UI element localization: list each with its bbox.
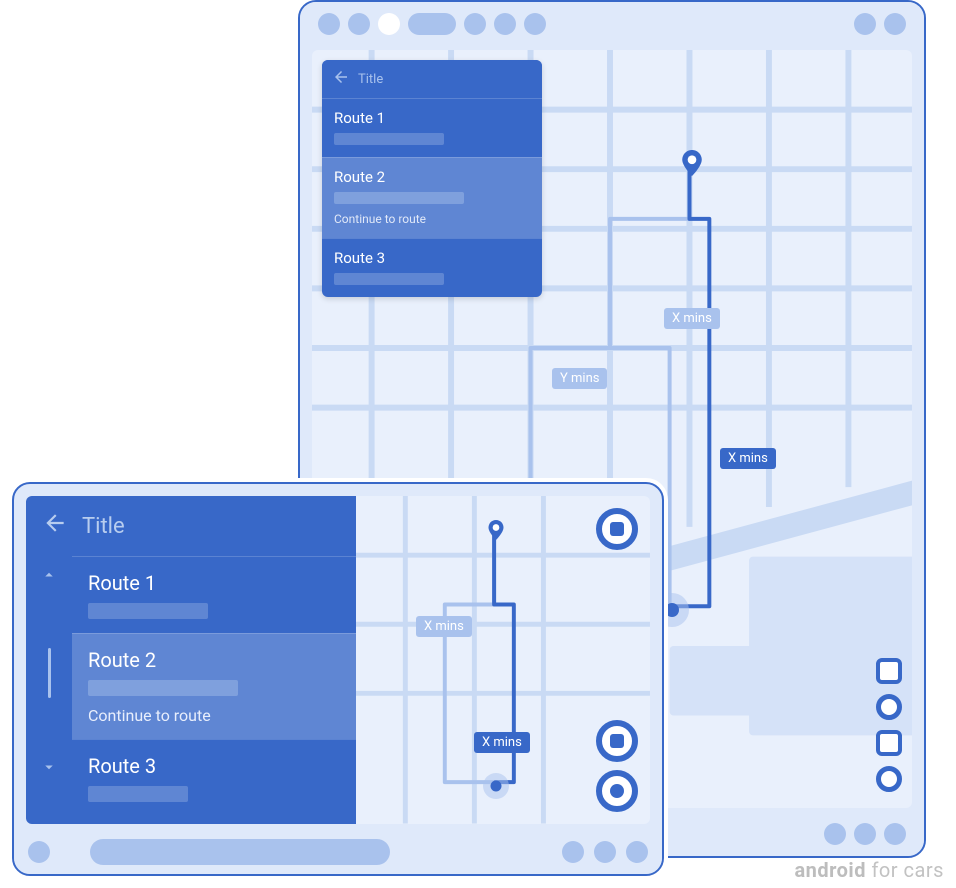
map-fab-stop-icon[interactable] [596,720,638,762]
back-arrow-icon[interactable] [42,510,68,542]
status-dot-icon [318,13,340,35]
back-arrow-icon[interactable] [332,68,350,90]
nav-pill-icon[interactable] [90,839,390,865]
route-panel-title: Title [358,72,383,87]
map-fab-stop-icon[interactable] [596,508,638,550]
route-panel-header: Title [26,496,356,556]
destination-pin-icon [679,150,705,176]
landscape-route-panel: Title Route 1 Route 2 Continue [26,496,356,824]
map-control-ring-icon[interactable] [876,694,902,720]
map-control-ring-icon[interactable] [876,766,902,792]
route-item-subtext: Continue to route [334,212,530,226]
route-item[interactable]: Route 3 [72,739,356,816]
watermark: android for cars [794,858,944,882]
route-item-label: Route 1 [88,571,340,595]
nav-dot-icon[interactable] [626,841,648,863]
nav-dot-icon[interactable] [28,841,50,863]
scroll-rail [26,556,72,824]
route-item-label: Route 3 [334,249,530,267]
placeholder-bar-icon [88,680,238,696]
route-time-badge-primary: X mins [720,448,776,469]
route-item[interactable]: Route 3 [322,238,542,297]
chevron-up-icon[interactable] [40,566,58,588]
route-item-selected[interactable]: Route 2 Continue to route [322,157,542,238]
portrait-map-controls [876,658,902,792]
scroll-track-icon[interactable] [48,648,51,698]
current-location-icon [665,603,679,617]
watermark-rest: for cars [866,858,944,882]
portrait-status-bar [300,2,924,46]
status-dot-icon [464,13,486,35]
device-landscape: Title Route 1 Route 2 Continue [12,482,664,876]
portrait-route-panel: Title Route 1 Route 2 Continue to route … [322,60,542,297]
route-time-badge-alt: X mins [416,616,472,637]
nav-dot-icon[interactable] [854,823,876,845]
placeholder-bar-icon [88,603,208,619]
placeholder-bar-icon [334,133,444,145]
current-location-icon [491,781,502,792]
route-item-label: Route 2 [88,648,340,672]
placeholder-bar-icon [88,786,188,802]
route-time-badge-primary: X mins [474,732,530,753]
status-pill-icon [408,13,456,35]
chevron-down-icon[interactable] [40,758,58,780]
placeholder-bar-icon [334,192,464,204]
nav-dot-icon[interactable] [824,823,846,845]
nav-dot-icon[interactable] [884,823,906,845]
route-time-badge-alt: Y mins [552,368,607,389]
nav-dot-icon[interactable] [594,841,616,863]
status-dot-icon [854,13,876,35]
destination-pin-icon [486,520,506,540]
route-item-label: Route 1 [334,109,530,127]
status-dot-active-icon [378,13,400,35]
route-time-badge-alt: X mins [664,308,720,329]
route-panel-header: Title [322,60,542,98]
status-dot-icon [494,13,516,35]
map-control-stop-icon[interactable] [876,658,902,684]
landscape-nav-bar [14,830,662,874]
route-item-subtext: Continue to route [88,706,340,725]
route-item-label: Route 2 [334,168,530,186]
map-control-stop-icon[interactable] [876,730,902,756]
watermark-bold: android [794,858,866,882]
status-dot-icon [348,13,370,35]
map-fab-locate-icon[interactable] [596,770,638,812]
status-dot-icon [524,13,546,35]
route-item[interactable]: Route 1 [322,98,542,157]
route-item-label: Route 3 [88,754,340,778]
nav-dot-icon[interactable] [562,841,584,863]
placeholder-bar-icon [334,273,444,285]
route-item-selected[interactable]: Route 2 Continue to route [72,633,356,739]
route-item[interactable]: Route 1 [72,556,356,633]
route-panel-title: Title [82,514,125,539]
status-dot-icon [884,13,906,35]
landscape-map[interactable]: X mins X mins [356,496,650,824]
